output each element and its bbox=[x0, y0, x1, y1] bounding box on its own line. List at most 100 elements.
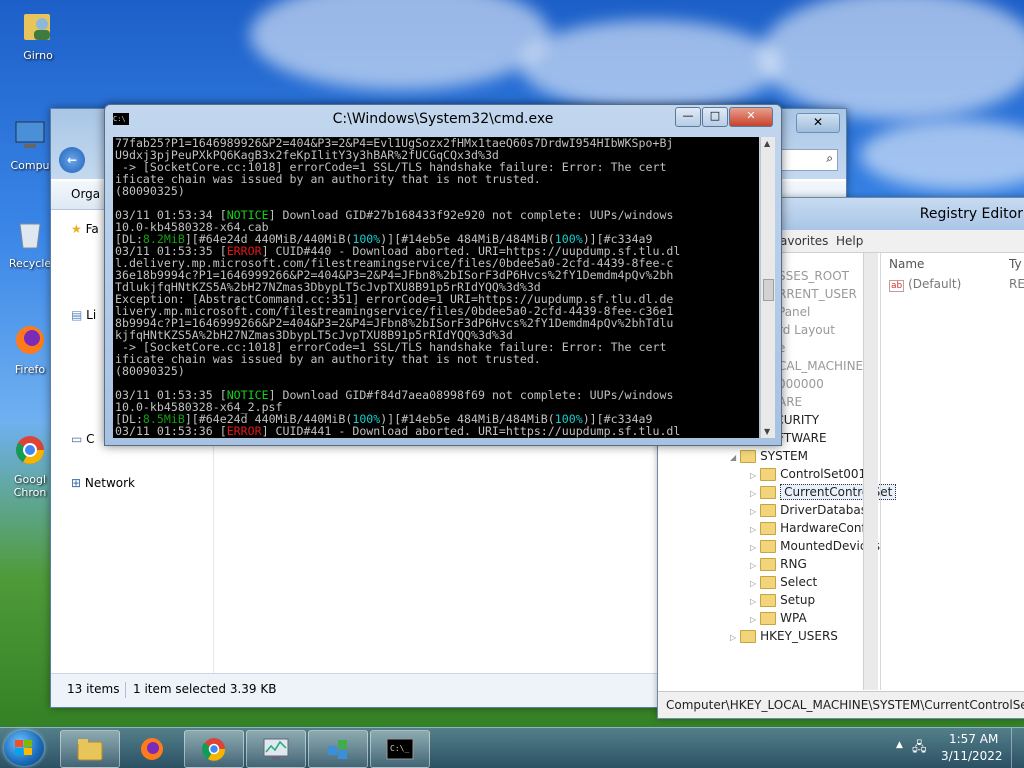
registry-key-label: SSES_ROOT bbox=[778, 269, 849, 283]
nav-favorites[interactable]: ★ Fa bbox=[71, 222, 99, 236]
expand-arrow-icon[interactable]: ▷ bbox=[750, 561, 756, 570]
registry-key-label: WPA bbox=[780, 611, 807, 625]
organize-button[interactable]: Orga bbox=[71, 187, 100, 201]
minimize-button[interactable]: — bbox=[675, 107, 701, 127]
status-selection: 1 item selected 3.39 KB bbox=[133, 682, 277, 696]
folder-icon bbox=[760, 522, 777, 535]
tree-scrollbar[interactable] bbox=[863, 253, 878, 690]
nav-network-label: Network bbox=[84, 476, 135, 490]
nav-libraries-label: Li bbox=[86, 308, 97, 322]
close-button[interactable]: ✕ bbox=[729, 107, 773, 127]
firefox-icon bbox=[16, 326, 44, 354]
network-tray-icon[interactable]: 🖧 bbox=[912, 738, 927, 760]
registry-key-label: Select bbox=[780, 575, 818, 589]
expand-arrow-icon[interactable]: ▷ bbox=[750, 543, 756, 552]
folder-icon bbox=[760, 504, 777, 517]
expand-arrow-icon[interactable]: ▷ bbox=[750, 615, 756, 624]
folder-icon bbox=[760, 558, 777, 571]
registry-key[interactable]: ▷ HKEY_USERS bbox=[730, 629, 838, 643]
registry-key[interactable]: ▷ WPA bbox=[750, 611, 807, 625]
expand-arrow-icon[interactable]: ▷ bbox=[750, 597, 756, 606]
console-line: (80090325) bbox=[115, 364, 185, 378]
console-text: 77fab25?P1=1646989926&P2=404&P3=2&P4=Evl… bbox=[113, 137, 759, 437]
folder-icon bbox=[760, 486, 777, 499]
nav-network[interactable]: ⊞ Network bbox=[71, 476, 135, 490]
registry-key[interactable]: ▷ RNG bbox=[750, 557, 807, 571]
folder-icon bbox=[760, 468, 777, 481]
console-line: (80090325) bbox=[115, 184, 185, 198]
taskbar-performance-monitor[interactable] bbox=[246, 730, 306, 768]
registry-key[interactable]: Panel bbox=[778, 305, 810, 319]
taskbar: C:\_ ▲ 🖧 1:57 AM 3/11/2022 bbox=[0, 727, 1024, 768]
console-line: ificate chain was issued by an authority… bbox=[115, 172, 541, 186]
taskbar-regedit[interactable] bbox=[308, 730, 368, 768]
nav-libraries[interactable]: ▤ Li bbox=[71, 308, 96, 322]
clock-date[interactable]: 3/11/2022 bbox=[941, 749, 1003, 763]
search-icon: ⌕ bbox=[826, 151, 833, 165]
registry-key-label: RRENT_USER bbox=[778, 287, 857, 301]
library-icon: ▤ bbox=[71, 308, 83, 322]
registry-key-label: CAL_MACHINE bbox=[778, 359, 864, 373]
regedit-address-bar[interactable]: Computer\HKEY_LOCAL_MACHINE\SYSTEM\Curre… bbox=[658, 691, 1024, 718]
folder-icon bbox=[760, 594, 777, 607]
registry-path: Computer\HKEY_LOCAL_MACHINE\SYSTEM\Curre… bbox=[666, 698, 1024, 712]
clock-time[interactable]: 1:57 AM bbox=[949, 732, 998, 746]
status-divider bbox=[125, 682, 126, 698]
folder-icon bbox=[760, 612, 777, 625]
scroll-down-icon[interactable]: ▼ bbox=[764, 427, 770, 436]
menu-favorites[interactable]: avorites bbox=[780, 234, 828, 248]
expand-arrow-icon[interactable]: ▷ bbox=[730, 633, 736, 642]
desktop-icon-user-folder[interactable]: Girno bbox=[8, 8, 68, 62]
registry-key[interactable]: RRENT_USER bbox=[778, 287, 857, 301]
scroll-up-icon[interactable]: ▲ bbox=[764, 139, 770, 148]
registry-key[interactable]: ▷ MountedDevices bbox=[750, 539, 880, 553]
taskbar-firefox[interactable] bbox=[122, 730, 182, 768]
value-type: RE bbox=[1009, 277, 1024, 291]
scrollbar-thumb[interactable] bbox=[763, 279, 774, 301]
expand-arrow-icon[interactable]: ▷ bbox=[750, 525, 756, 534]
chrome-icon bbox=[16, 436, 44, 464]
expand-arrow-icon[interactable]: ▷ bbox=[750, 579, 756, 588]
nav-computer-label: C bbox=[86, 432, 95, 446]
show-desktop-button[interactable] bbox=[1011, 728, 1024, 768]
registry-key-label: CurrentControlSet bbox=[780, 484, 897, 500]
cmd-window[interactable]: C:\ C:\Windows\System32\cmd.exe — □ ✕ 77… bbox=[104, 104, 782, 446]
console-line: 03/11 01:53:36 [ERROR] CUID#441 - Downlo… bbox=[115, 424, 681, 438]
expand-arrow-icon[interactable]: ▷ bbox=[750, 507, 756, 516]
explorer-close-button[interactable]: ✕ bbox=[796, 113, 840, 133]
expand-arrow-icon[interactable]: ▷ bbox=[750, 471, 756, 480]
registry-key[interactable]: ▷ DriverDatabase bbox=[750, 503, 874, 517]
nav-computer[interactable]: ▭ C bbox=[71, 432, 95, 446]
star-icon: ★ bbox=[71, 222, 82, 236]
registry-key[interactable]: CAL_MACHINE bbox=[778, 359, 863, 373]
console-scrollbar[interactable]: ▲ ▼ bbox=[760, 137, 775, 438]
value-row-default[interactable]: ab (Default) bbox=[889, 277, 961, 292]
registry-key[interactable]: SSES_ROOT bbox=[778, 269, 849, 283]
registry-key[interactable]: ▷ Select bbox=[750, 575, 817, 589]
registry-key[interactable]: rd Layout bbox=[778, 323, 835, 337]
values-header-name[interactable]: Name bbox=[889, 257, 924, 271]
menu-help[interactable]: Help bbox=[836, 234, 863, 248]
desktop-icon-label: Girno bbox=[23, 49, 53, 62]
registry-key[interactable]: ◢ SYSTEM bbox=[730, 449, 808, 463]
back-button[interactable]: ← bbox=[59, 147, 85, 173]
registry-values-pane: Name Ty ab (Default) RE bbox=[880, 253, 1024, 690]
expand-arrow-icon[interactable]: ▷ bbox=[750, 489, 756, 498]
taskbar-explorer[interactable] bbox=[60, 730, 120, 768]
registry-key[interactable]: ▷ ControlSet001 bbox=[750, 467, 866, 481]
expand-arrow-icon[interactable]: ◢ bbox=[730, 453, 736, 462]
show-hidden-icons[interactable]: ▲ bbox=[896, 740, 903, 750]
maximize-button[interactable]: □ bbox=[702, 107, 728, 127]
regedit-title: Registry Editor bbox=[919, 206, 1023, 222]
registry-key-label: HKEY_USERS bbox=[760, 629, 838, 643]
console-output[interactable]: 77fab25?P1=1646989926&P2=404&P3=2&P4=Evl… bbox=[113, 137, 759, 438]
registry-key[interactable]: 000000 bbox=[778, 377, 824, 391]
start-button[interactable] bbox=[4, 730, 44, 766]
taskbar-chrome[interactable] bbox=[184, 730, 244, 768]
taskbar-cmd[interactable]: C:\_ bbox=[370, 730, 430, 768]
registry-key[interactable]: ▷ Setup bbox=[750, 593, 815, 607]
values-header-type[interactable]: Ty bbox=[1009, 257, 1022, 271]
registry-key[interactable]: ▷ HardwareConfig bbox=[750, 521, 877, 535]
registry-key-label: Setup bbox=[780, 593, 816, 607]
computer-icon: ▭ bbox=[71, 432, 83, 446]
